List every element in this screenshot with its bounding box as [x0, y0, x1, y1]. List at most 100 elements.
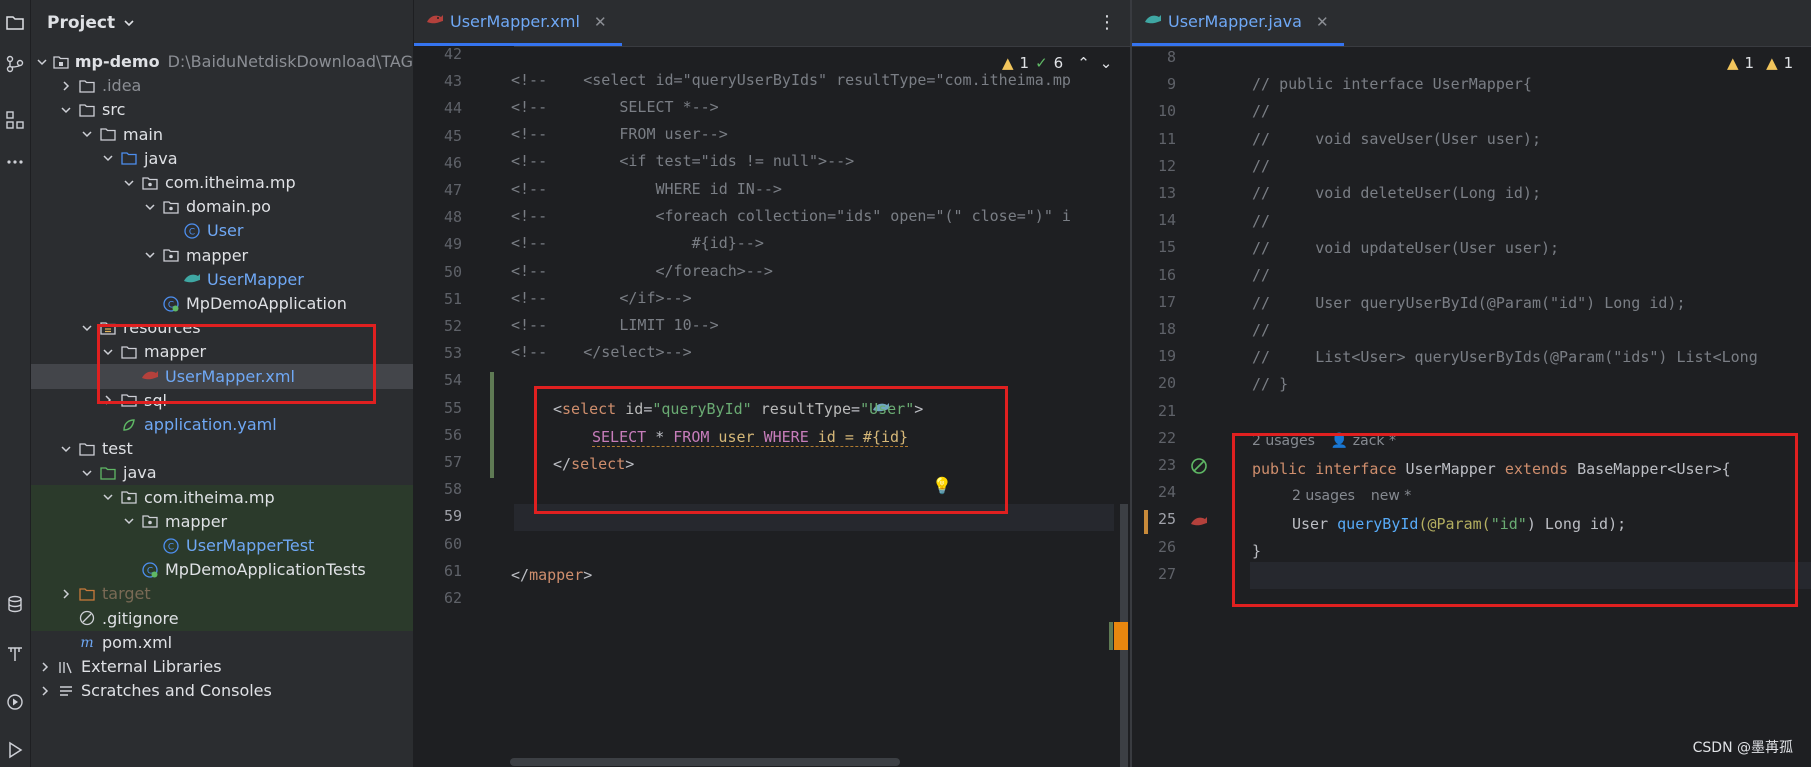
maven-tool-icon[interactable] [0, 640, 30, 668]
line-number: 59 [443, 507, 462, 526]
mybatis-xml-icon [426, 12, 444, 31]
chevron-down-icon[interactable] [142, 199, 158, 215]
project-panel-header[interactable]: Project [31, 0, 413, 46]
tree-item[interactable]: mapper [31, 243, 413, 268]
tree-item[interactable]: Scratches and Consoles [31, 678, 413, 703]
implemented-gutter-icon[interactable] [1190, 457, 1210, 481]
close-icon[interactable]: ✕ [594, 13, 607, 31]
more-vertical-icon[interactable]: ⋮ [1098, 12, 1116, 33]
tree-item-label: .gitignore [102, 608, 179, 628]
tab-usermapper-xml[interactable]: UserMapper.xml ✕ [414, 0, 622, 46]
highlight-box-resources [97, 324, 376, 404]
highlight-box-interface [1232, 433, 1798, 607]
tree-item[interactable]: mapper [31, 508, 413, 534]
project-path: D:\BaiduNetdiskDownload\TAG [167, 52, 413, 71]
tree-item[interactable]: java [31, 146, 413, 171]
project-tool-icon[interactable] [0, 8, 30, 36]
line-number: 17 [1157, 292, 1176, 311]
chevron-down-icon[interactable] [58, 102, 74, 118]
tree-item[interactable]: .gitignore [31, 605, 413, 631]
tree-item[interactable]: application.yaml [31, 412, 413, 437]
chevron-down-icon[interactable] [100, 150, 116, 166]
tree-item[interactable]: com.itheima.mp [31, 170, 413, 195]
tree-item[interactable]: src [31, 97, 413, 122]
tree-item[interactable]: C MpDemoApplication [31, 291, 413, 316]
inspection-widget[interactable]: ▲ 1 ▲ 1 [1727, 54, 1793, 72]
line-number: 43 [443, 72, 462, 91]
change-marker [1144, 510, 1148, 534]
line-number: 55 [443, 398, 462, 417]
chevron-down-icon[interactable] [36, 54, 49, 70]
tree-item[interactable]: com.itheima.mp [31, 484, 413, 510]
tree-item[interactable]: domain.po [31, 194, 413, 219]
tree-item[interactable]: UserMapper [31, 267, 413, 292]
close-icon[interactable]: ✕ [1316, 13, 1329, 31]
chevron-right-icon[interactable] [58, 586, 74, 602]
tree-item-label: MpDemoApplicationTests [165, 560, 366, 580]
highlight-box-select [534, 386, 1008, 514]
tree-item[interactable]: java [31, 460, 413, 485]
chevron-right-icon[interactable] [37, 659, 53, 675]
tree-item[interactable]: C User [31, 218, 413, 243]
chevron-down-icon[interactable] [121, 175, 137, 191]
code-line-49: <!-- #{id}--> [511, 234, 764, 252]
tree-item[interactable]: C UserMapperTest [31, 533, 413, 558]
tree-item[interactable]: main [31, 122, 413, 147]
chevron-down-icon[interactable] [123, 14, 135, 33]
tree-item[interactable]: test [31, 436, 413, 461]
line-number: 57 [443, 453, 462, 471]
scratches-icon [57, 682, 75, 700]
tree-item[interactable]: .idea [31, 73, 413, 98]
line-number: 26 [1157, 537, 1176, 556]
chevron-down-icon[interactable] [79, 465, 95, 481]
tree-item[interactable]: mp-demo D:\BaiduNetdiskDownload\TAG [31, 49, 413, 74]
line-number: 44 [443, 99, 462, 118]
chevron-down-icon[interactable] [100, 489, 116, 505]
tree-item-label: java [144, 148, 178, 168]
tree-item-label: test [102, 439, 133, 459]
inspection-widget[interactable]: ▲ 1 ✓ 6 ⌃ ⌄ [1002, 54, 1112, 72]
scroll-marker [1114, 622, 1128, 650]
run-tool-icon[interactable] [0, 688, 30, 716]
tree-item[interactable]: target [31, 581, 413, 607]
folder-icon [78, 77, 96, 95]
play-tool-icon[interactable] [0, 736, 30, 764]
tree-item[interactable]: External Libraries [31, 654, 413, 679]
mybatis-gutter-icon[interactable] [1190, 514, 1208, 533]
tree-item-label: domain.po [186, 197, 271, 217]
chevron-down-icon[interactable] [142, 247, 158, 263]
mybatis-icon [183, 270, 201, 288]
commit-tool-icon[interactable] [0, 50, 30, 78]
chevron-right-icon[interactable] [37, 683, 53, 699]
code-line-61: </mapper> [511, 566, 593, 584]
structure-tool-icon[interactable] [0, 106, 30, 134]
tree-item-label: com.itheima.mp [144, 487, 275, 507]
chevron-down-icon[interactable] [121, 513, 137, 529]
tree-item[interactable]: m pom.xml [31, 630, 413, 655]
line-number: 45 [443, 126, 462, 145]
chevron-right-icon[interactable] [58, 78, 74, 94]
tree-item[interactable]: C MpDemoApplicationTests [31, 557, 413, 583]
warning-icon: ▲ [1002, 54, 1014, 72]
line-number: 15 [1157, 238, 1176, 257]
horizontal-scrollbar[interactable] [510, 758, 900, 766]
package-icon [162, 198, 180, 216]
project-panel: Project mp-demo D:\BaiduNetdiskDownload\T… [31, 0, 413, 767]
more-tools-icon[interactable] [0, 148, 30, 176]
code-line-12: // [1252, 157, 1271, 175]
project-panel-title: Project [47, 13, 116, 33]
chevron-down-icon[interactable] [79, 126, 95, 142]
line-number: 62 [443, 589, 462, 607]
chevron-up-icon[interactable]: ⌃ [1077, 54, 1090, 72]
chevron-down-icon[interactable] [58, 441, 74, 457]
chevron-down-icon[interactable]: ⌄ [1100, 54, 1113, 72]
code-line-51: <!-- </if>--> [511, 289, 692, 307]
line-number: 54 [443, 371, 462, 390]
tab-usermapper-java[interactable]: UserMapper.java ✕ [1132, 0, 1344, 46]
chevron-down-icon[interactable] [79, 320, 95, 336]
tree-item-label: Scratches and Consoles [81, 681, 272, 701]
database-tool-icon[interactable] [0, 590, 30, 618]
